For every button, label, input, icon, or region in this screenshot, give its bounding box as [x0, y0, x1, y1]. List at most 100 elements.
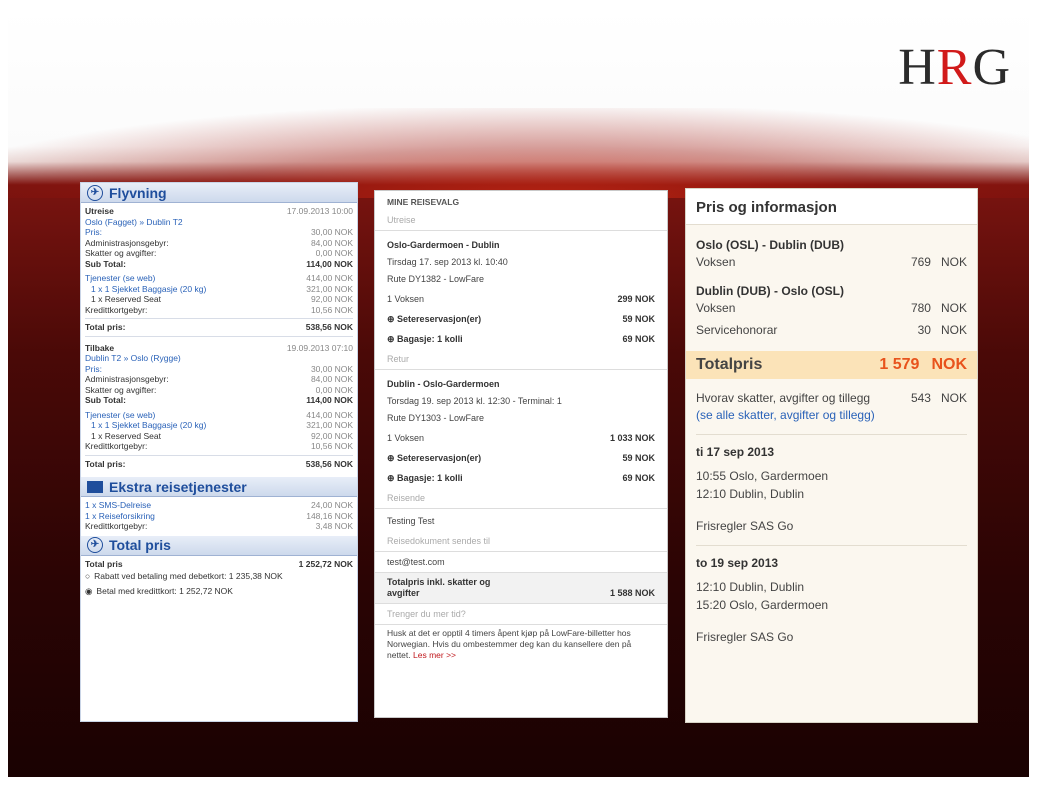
grand-total-label: Total pris: [85, 558, 123, 569]
subtotal-value: 114,00 NOK: [306, 258, 353, 269]
hrg-logo: HRG: [898, 39, 1011, 96]
services-value: 414,00 NOK: [306, 409, 353, 420]
total-value: 1 588 NOK: [609, 588, 655, 598]
tax-currency: NOK: [940, 391, 967, 405]
panel-title: MINE REISEVALG: [387, 197, 460, 207]
seat-value: 92,00 NOK: [310, 294, 353, 304]
inbound-total-label: Total pris:: [85, 458, 126, 469]
services-link[interactable]: Tjenester (se web): [85, 410, 155, 421]
extras-list: 1 x SMS-Delreise 24,00 NOK 1 x Reiseforsi…: [81, 497, 357, 532]
seat-toggle[interactable]: ⊕ Setereservasjon(er): [387, 312, 481, 326]
return-route: Dublin - Oslo-Gardermoen: [387, 379, 500, 389]
total-label: Totalpris inkl. skatter og avgifter: [387, 577, 491, 598]
route-outbound: Oslo (OSL) - Dublin (DUB): [696, 238, 844, 252]
section-title: Flyvning: [109, 184, 167, 201]
services-icon: [87, 480, 103, 493]
read-more-link[interactable]: Les mer >>: [413, 650, 456, 660]
baggage-price: 69 NOK: [622, 473, 655, 483]
outbound-title: Utreise: [85, 206, 114, 216]
admin-fee-value: 84,00 NOK: [310, 374, 353, 384]
card-fee-label: Kredittkortgebyr:: [85, 304, 148, 315]
fare-rules-link[interactable]: Frisregler SAS Go: [696, 628, 967, 646]
debit-radio[interactable]: ○: [85, 571, 90, 582]
baggage-toggle[interactable]: ⊕ Bagasje: 1 kolli: [387, 471, 463, 485]
inbound-date: 19.09.2013 07:10: [286, 342, 353, 353]
baggage-label: 1 x 1 Sjekket Baggasje (20 kg): [91, 420, 207, 430]
subtotal-label: Sub Total:: [85, 258, 126, 269]
flight-booking-panel: ✈ Flyvning Utreise 17.09.2013 10:00 Oslo …: [80, 182, 358, 722]
grand-total-section: Total pris 1 252,72 NOK ○ Rabatt ved betal…: [81, 556, 357, 597]
baggage-toggle[interactable]: ⊕ Bagasje: 1 kolli: [387, 332, 463, 346]
fare-currency: NOK: [940, 301, 967, 315]
outbound-time: Tirsdag 17. sep 2013 kl. 10:40: [387, 257, 508, 267]
total-price-amount: 1 579: [879, 356, 920, 373]
card-fee-value: 10,56 NOK: [310, 304, 353, 315]
credit-radio[interactable]: ◉: [85, 586, 92, 597]
tax-value: 0,00 NOK: [315, 248, 353, 258]
service-fee-amount: 30: [917, 323, 931, 337]
return-flight: Rute DY1303 - LowFare: [387, 413, 485, 423]
tax-amount: 543: [910, 391, 931, 405]
outbound-subheader: Utreise: [375, 210, 667, 231]
outbound-total-value: 538,56 NOK: [305, 322, 353, 332]
inbound-section: Tilbake 19.09.2013 07:10 Dublin T2 » Oslo…: [81, 340, 357, 470]
outbound-section: Utreise 17.09.2013 10:00 Oslo (Fagget) » …: [81, 203, 357, 333]
extra-item-value: 3,48 NOK: [315, 521, 353, 531]
plane-icon: ✈: [87, 537, 103, 553]
passenger-price: 299 NOK: [617, 294, 655, 304]
fare-label: Voksen: [696, 301, 736, 315]
section-title: Total pris: [109, 537, 171, 553]
admin-fee-label: Administrasjonsgebyr:: [85, 374, 169, 384]
outbound-date: ti 17 sep 2013: [696, 445, 775, 459]
total-section-header: ✈ Total pris: [81, 535, 357, 556]
arrival-line: 12:10 Dublin, Dublin: [696, 487, 805, 501]
tax-details-link[interactable]: (se alle skatter, avgifter og tillegg): [696, 406, 967, 424]
passenger-price: 1 033 NOK: [609, 433, 655, 443]
seat-toggle[interactable]: ⊕ Setereservasjon(er): [387, 451, 481, 465]
outbound-route: Oslo (Fagget) » Dublin T2: [85, 216, 183, 227]
inbound-title: Tilbake: [85, 342, 115, 353]
traveller-name: Testing Test: [387, 516, 435, 526]
inbound-route: Dublin T2 » Oslo (Rygge): [85, 353, 181, 363]
baggage-value: 321,00 NOK: [306, 283, 353, 294]
extra-item-label: 1 x Reiseforsikring: [85, 510, 155, 521]
total-price-label: Totalpris: [696, 356, 763, 373]
extra-item-label: Kredittkortgebyr:: [85, 521, 148, 531]
debit-option-label: Rabatt ved betaling med debetkort: 1 235…: [94, 571, 283, 581]
seat-price: 59 NOK: [622, 314, 655, 324]
service-fee-label: Servicehonorar: [696, 323, 778, 337]
travel-choices-panel: MINE REISEVALG Utreise Oslo-Gardermoen -…: [374, 190, 668, 718]
tax-label: Skatter og avgifter:: [85, 384, 157, 395]
section-title: Ekstra reisetjenester: [109, 478, 247, 495]
fare-rules-link[interactable]: Frisregler SAS Go: [696, 517, 967, 535]
price-value: 30,00 NOK: [310, 363, 353, 374]
card-fee-value: 10,56 NOK: [310, 441, 353, 451]
price-label: Pris:: [85, 227, 102, 237]
fare-currency: NOK: [940, 255, 967, 269]
grand-total-value: 1 252,72 NOK: [298, 558, 353, 569]
return-date: to 19 sep 2013: [696, 556, 779, 570]
seat-label: 1 x Reserved Seat: [91, 430, 161, 441]
total-price-bar: Totalpris 1 579 NOK: [686, 351, 977, 379]
extras-section-header: Ekstra reisetjenester: [81, 477, 357, 497]
tax-value: 0,00 NOK: [315, 384, 353, 395]
departure-line: 10:55 Oslo, Gardermoen: [696, 469, 829, 483]
admin-fee-value: 84,00 NOK: [310, 237, 353, 248]
return-subheader: Retur: [375, 349, 667, 370]
note-subheader: Trenger du mer tid?: [375, 604, 667, 625]
price-value: 30,00 NOK: [310, 227, 353, 237]
service-fee-currency: NOK: [940, 323, 967, 337]
services-value: 414,00 NOK: [306, 273, 353, 283]
travellers-subheader: Reisende: [375, 488, 667, 509]
fare-label: Voksen: [696, 255, 736, 269]
seat-label: 1 x Reserved Seat: [91, 294, 161, 304]
baggage-label: 1 x 1 Sjekket Baggasje (20 kg): [91, 283, 207, 294]
credit-option-label: Betal med kredittkort: 1 252,72 NOK: [96, 585, 233, 596]
outbound-route: Oslo-Gardermoen - Dublin: [387, 240, 500, 250]
outbound-total-label: Total pris:: [85, 322, 126, 332]
services-link[interactable]: Tjenester (se web): [85, 273, 155, 284]
inbound-total-value: 538,56 NOK: [305, 458, 353, 469]
flight-section-header: ✈ Flyvning: [81, 183, 357, 203]
baggage-value: 321,00 NOK: [306, 420, 353, 430]
passenger-label: 1 Voksen: [387, 433, 425, 443]
